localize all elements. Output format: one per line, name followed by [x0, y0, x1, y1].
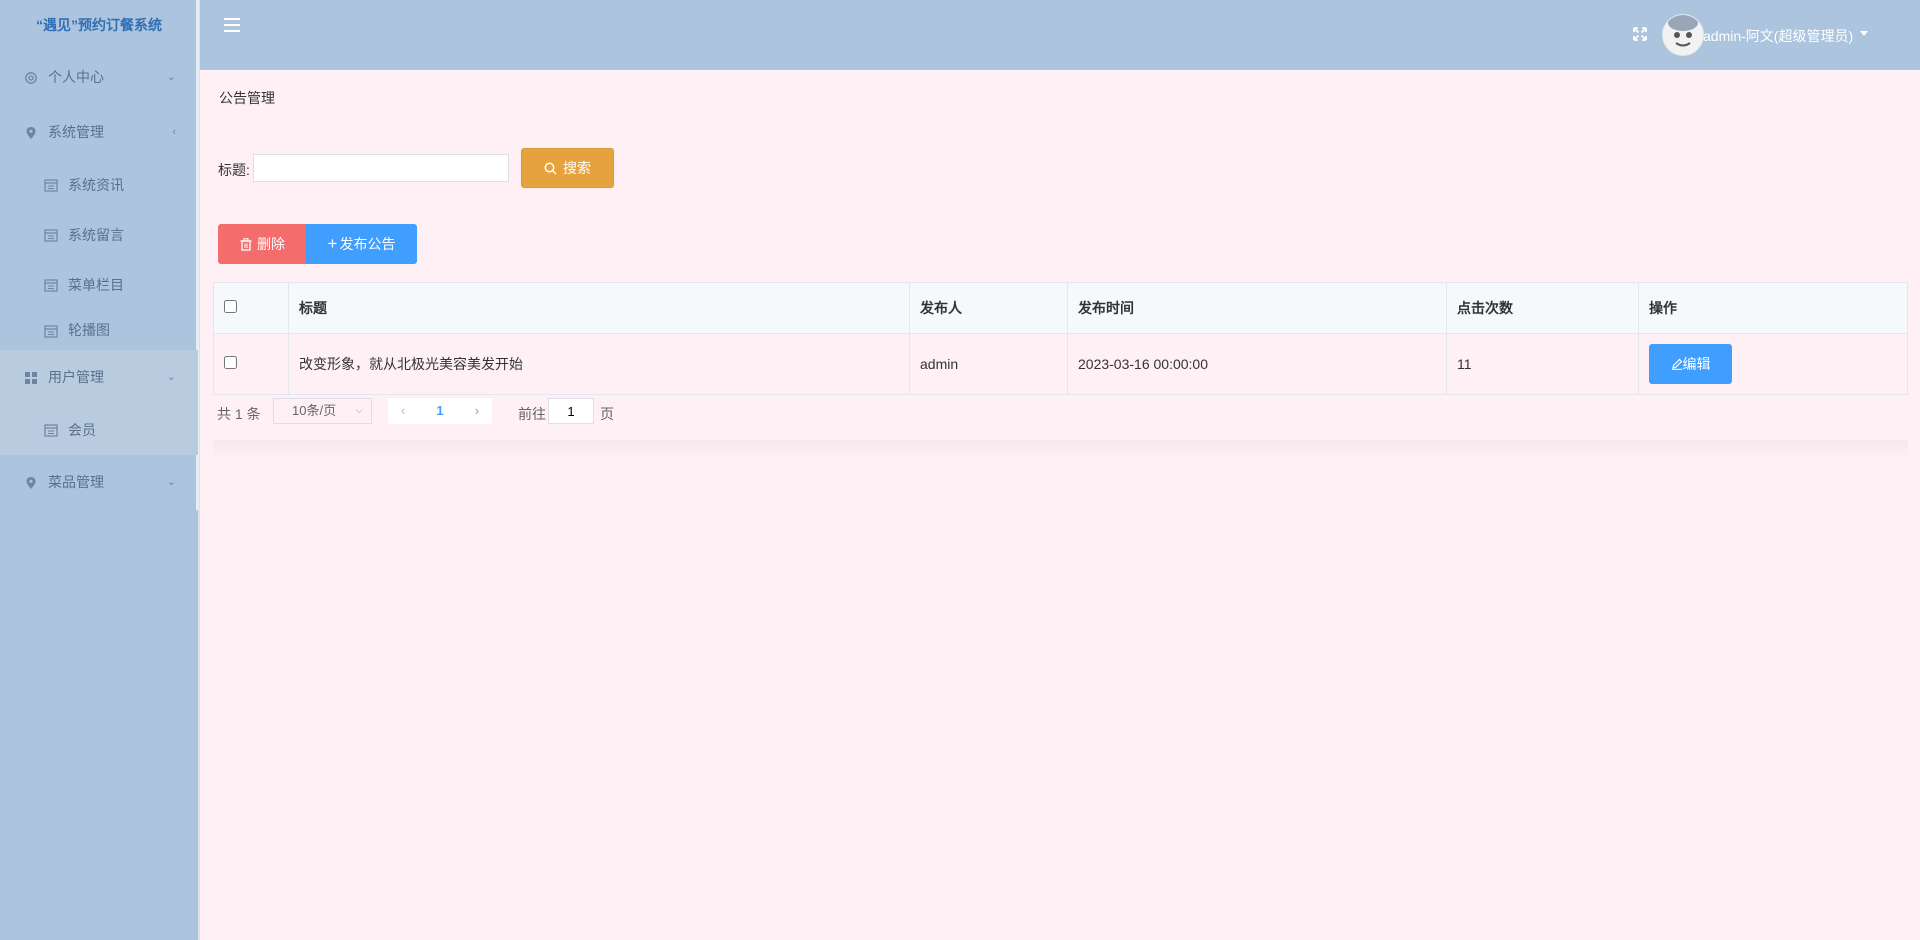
- brand-title: “遇见”预约订餐系统: [36, 17, 162, 33]
- chevron-down-icon: ⌄: [166, 476, 176, 488]
- chevron-left-icon: ‹: [172, 126, 176, 138]
- submenu-members[interactable]: 会员: [0, 405, 198, 455]
- chevron-down-icon: ⌄: [166, 71, 176, 83]
- column-header-publisher[interactable]: 发布人: [909, 282, 1068, 334]
- fullscreen-icon[interactable]: [1632, 26, 1648, 42]
- sidebar: “遇见”预约订餐系统 个人中心 ⌄ 系统管理 ‹ 系统资讯 系统留言 菜单栏目 …: [0, 0, 200, 940]
- calendar-icon: [44, 325, 58, 338]
- select-all-checkbox[interactable]: [224, 300, 237, 313]
- search-icon: [544, 162, 557, 175]
- submenu-label: 菜单栏目: [68, 277, 124, 293]
- page-size-value: 10条/页: [292, 403, 337, 418]
- menu-label: 用户管理: [48, 369, 104, 385]
- cell-time: 2023-03-16 00:00:00: [1067, 333, 1447, 395]
- row-checkbox[interactable]: [224, 356, 237, 369]
- prev-page-button[interactable]: ‹: [388, 398, 418, 424]
- cell-actions: 编辑: [1638, 333, 1908, 395]
- cell-publisher: admin: [909, 333, 1068, 395]
- cell-title: 改变形象，就从北极光美容美发开始: [288, 333, 910, 395]
- search-button[interactable]: 搜索: [521, 148, 614, 188]
- goto-page-input[interactable]: [548, 398, 594, 424]
- publish-button-label: 发布公告: [339, 236, 396, 252]
- column-header-clicks[interactable]: 点击次数: [1446, 282, 1639, 334]
- page-number-current[interactable]: 1: [418, 398, 462, 424]
- calendar-icon: [44, 279, 58, 292]
- table-header-row: 标题 发布人 发布时间 点击次数 操作: [213, 282, 1908, 334]
- submenu-carousel[interactable]: 轮播图: [0, 310, 198, 350]
- menu-personal-center[interactable]: 个人中心 ⌄: [0, 50, 198, 105]
- search-label: 标题:: [218, 162, 250, 178]
- goto-label: 前往: [518, 406, 546, 422]
- next-page-button[interactable]: ›: [462, 398, 492, 424]
- caret-down-icon[interactable]: [1860, 31, 1868, 36]
- column-header-actions: 操作: [1638, 282, 1908, 334]
- top-header: admin-阿文(超级管理员): [200, 0, 1920, 70]
- pagination-total: 共 1 条: [217, 406, 261, 422]
- chevron-down-icon: ⌄: [166, 371, 176, 383]
- chevron-down-icon: ⌵: [355, 405, 363, 416]
- submenu-label: 轮播图: [68, 322, 110, 338]
- submenu-system-messages[interactable]: 系统留言: [0, 210, 198, 260]
- menu-system-management[interactable]: 系统管理 ‹: [0, 105, 198, 160]
- search-button-label: 搜索: [563, 160, 591, 176]
- user-avatar-icon: [1663, 15, 1703, 55]
- location-pin-icon: [26, 477, 36, 489]
- menu-dish-management[interactable]: 菜品管理 ⌄: [0, 455, 198, 510]
- publish-announcement-button[interactable]: + 发布公告: [306, 224, 417, 264]
- calendar-icon: [44, 424, 58, 437]
- delete-button[interactable]: 删除: [218, 224, 307, 264]
- chevron-left-icon: ‹: [400, 403, 406, 418]
- calendar-icon: [44, 179, 58, 192]
- menu-label: 菜品管理: [48, 474, 104, 490]
- location-pin-icon: [26, 127, 36, 139]
- pencil-icon: [1671, 358, 1682, 370]
- menu-label: 个人中心: [48, 69, 104, 85]
- row-select-cell: [213, 333, 289, 395]
- avatar[interactable]: [1662, 14, 1704, 56]
- page-title: 公告管理: [219, 90, 275, 106]
- cell-clicks: 11: [1446, 333, 1639, 395]
- submenu-menu-columns[interactable]: 菜单栏目: [0, 260, 198, 310]
- trash-icon: [240, 238, 252, 251]
- card-shadow: [213, 440, 1908, 460]
- gear-icon: [25, 72, 37, 84]
- submenu-label: 系统留言: [68, 227, 124, 243]
- submenu-label: 系统资讯: [68, 177, 124, 193]
- menu-user-management[interactable]: 用户管理 ⌄: [0, 350, 198, 405]
- announcement-table: 标题 发布人 发布时间 点击次数 操作 改变形象，就从北极光美容美发开始 adm…: [213, 282, 1908, 395]
- chevron-right-icon: ›: [474, 403, 480, 418]
- column-header-title[interactable]: 标题: [288, 282, 910, 334]
- search-input[interactable]: [253, 154, 509, 182]
- calendar-icon: [44, 229, 58, 242]
- grid-icon: [25, 372, 37, 384]
- page-size-select[interactable]: 10条/页 ⌵: [273, 398, 372, 424]
- main-content: 公告管理 标题: 搜索 删除 +发布公告 标题 发布人 发布时间 点击次数 操: [200, 70, 1920, 940]
- user-dropdown[interactable]: admin-阿文(超级管理员): [1703, 26, 1853, 46]
- column-header-time[interactable]: 发布时间: [1067, 282, 1447, 334]
- edit-button[interactable]: 编辑: [1649, 344, 1732, 384]
- table-row: 改变形象，就从北极光美容美发开始 admin 2023-03-16 00:00:…: [213, 333, 1908, 395]
- menu-toggle-icon[interactable]: [224, 18, 240, 34]
- goto-suffix: 页: [600, 406, 614, 422]
- menu-label: 系统管理: [48, 124, 104, 140]
- edit-button-label: 编辑: [1682, 356, 1711, 372]
- submenu-system-news[interactable]: 系统资讯: [0, 160, 198, 210]
- delete-button-label: 删除: [257, 236, 285, 252]
- plus-icon: +: [327, 234, 338, 253]
- select-all-cell: [213, 282, 289, 334]
- submenu-label: 会员: [68, 422, 96, 438]
